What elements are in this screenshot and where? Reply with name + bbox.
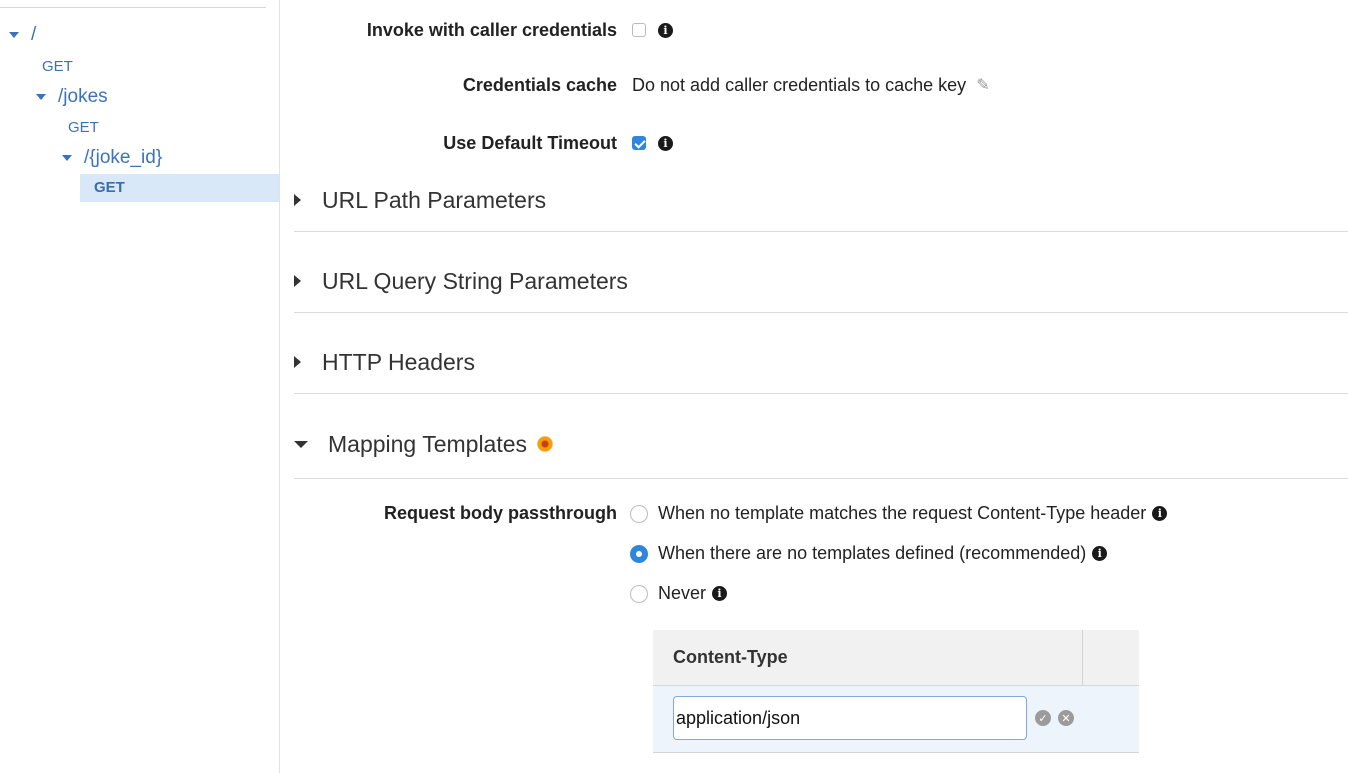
caret-down-icon[interactable] (62, 155, 72, 161)
caret-down-icon[interactable] (9, 32, 19, 38)
tree-item-label[interactable]: /{joke_id} (84, 147, 162, 169)
invoke-caller-credentials-control: i (632, 22, 673, 38)
credentials-cache-label: Credentials cache (462, 74, 617, 95)
check-circle-icon[interactable]: ✓ (1035, 710, 1051, 726)
invoke-caller-credentials-row: Invoke with caller credentials i (280, 15, 1348, 45)
info-icon[interactable]: i (1092, 546, 1108, 561)
content-type-row: ✓ ✕ (653, 686, 1139, 752)
tree-method-root-get[interactable]: GET (42, 53, 73, 79)
invoke-caller-credentials-label: Invoke with caller credentials (366, 19, 617, 40)
section-title[interactable]: HTTP Headers (322, 349, 475, 376)
passthrough-option-no-match[interactable]: When no template matches the request Con… (630, 503, 1168, 524)
info-icon[interactable]: i (712, 586, 728, 601)
section-mapping-templates[interactable]: Mapping Templates (294, 414, 1348, 474)
radio-label[interactable]: When no template matches the request Con… (658, 503, 1146, 524)
radio-button[interactable] (630, 504, 648, 523)
resource-tree-sidebar: / GET /jokes GET /{joke_id} GET (0, 0, 280, 773)
radio-button[interactable] (630, 584, 648, 603)
caret-right-icon[interactable] (294, 275, 301, 287)
status-dot-icon (537, 436, 554, 452)
passthrough-option-never[interactable]: Never i (630, 583, 728, 604)
credentials-cache-row: Credentials cache Do not add caller cred… (280, 70, 1348, 100)
credentials-cache-value: Do not add caller credentials to cache k… (632, 74, 967, 95)
tree-item-label[interactable]: /jokes (58, 86, 108, 108)
default-timeout-checkbox[interactable] (632, 136, 646, 150)
method-label[interactable]: GET (68, 119, 99, 136)
section-url-path-parameters[interactable]: URL Path Parameters (294, 170, 1348, 230)
section-http-headers[interactable]: HTTP Headers (294, 332, 1348, 392)
pencil-icon[interactable]: ✎ (976, 75, 989, 95)
caret-right-icon[interactable] (294, 356, 301, 368)
column-divider (1082, 630, 1083, 685)
tree-item-label[interactable]: / (31, 24, 36, 46)
section-divider (294, 393, 1348, 394)
passthrough-label: Request body passthrough (383, 502, 617, 523)
method-label[interactable]: GET (42, 58, 73, 75)
passthrough-option-no-templates[interactable]: When there are no templates defined (rec… (630, 543, 1108, 564)
invoke-caller-credentials-checkbox[interactable] (632, 23, 646, 37)
method-label[interactable]: GET (94, 179, 125, 196)
content-type-table: Content-Type ✓ ✕ (653, 630, 1139, 753)
tree-method-joke-id-get-selected[interactable]: GET (80, 174, 279, 202)
caret-down-icon[interactable] (294, 440, 308, 448)
caret-right-icon[interactable] (294, 194, 301, 206)
section-divider (294, 231, 1348, 232)
sidebar-divider (0, 7, 266, 8)
default-timeout-row: Use Default Timeout i (280, 128, 1348, 158)
info-icon[interactable]: i (1152, 506, 1168, 521)
info-icon[interactable]: i (658, 135, 673, 151)
section-url-query-string-parameters[interactable]: URL Query String Parameters (294, 251, 1348, 311)
tree-item-joke-id[interactable]: /{joke_id} (62, 145, 162, 171)
section-title[interactable]: Mapping Templates (328, 431, 527, 458)
tree-method-jokes-get[interactable]: GET (68, 114, 99, 140)
integration-request-panel: Invoke with caller credentials i Credent… (280, 0, 1348, 773)
section-title[interactable]: URL Path Parameters (322, 187, 546, 214)
tree-item-jokes[interactable]: /jokes (36, 84, 108, 110)
credentials-cache-control: Do not add caller credentials to cache k… (632, 75, 990, 96)
caret-down-icon[interactable] (36, 94, 46, 100)
radio-label[interactable]: Never (658, 583, 706, 604)
section-divider (294, 478, 1348, 479)
default-timeout-label: Use Default Timeout (443, 132, 617, 153)
tree-item-root[interactable]: / (9, 22, 36, 48)
radio-label[interactable]: When there are no templates defined (rec… (658, 543, 1086, 564)
default-timeout-control: i (632, 135, 673, 151)
content-type-table-header: Content-Type (653, 630, 1139, 686)
info-icon[interactable]: i (658, 22, 673, 38)
radio-button[interactable] (630, 544, 648, 563)
content-type-input[interactable] (673, 696, 1027, 740)
section-title[interactable]: URL Query String Parameters (322, 268, 628, 295)
content-type-column-header: Content-Type (673, 647, 788, 667)
cancel-circle-icon[interactable]: ✕ (1058, 710, 1074, 726)
section-divider (294, 312, 1348, 313)
